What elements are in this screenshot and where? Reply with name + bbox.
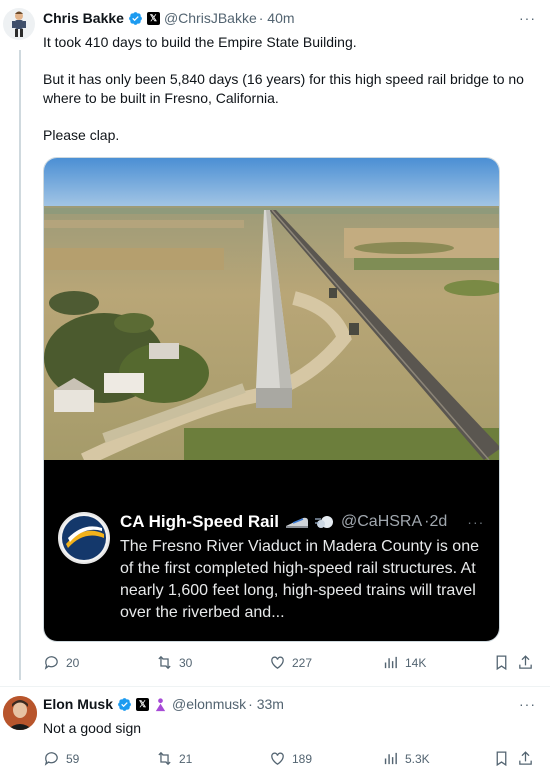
cahsra-avatar[interactable] xyxy=(58,512,110,564)
divider xyxy=(0,686,550,687)
views-button[interactable]: 5.3K xyxy=(382,750,430,767)
repost-icon xyxy=(158,655,171,670)
x-badge-icon: 𝕏 xyxy=(136,697,150,711)
train-emoji-icon xyxy=(286,517,308,528)
avatar-portrait-icon xyxy=(3,696,37,730)
verified-icon xyxy=(118,697,131,711)
repost-count: 21 xyxy=(179,751,193,766)
quoted-more-icon[interactable]: ··· xyxy=(467,514,484,530)
quoted-author-name[interactable]: CA High-Speed Rail xyxy=(120,512,279,532)
tweet-text: It took 410 days to build the Empire Sta… xyxy=(43,33,533,145)
views-button[interactable]: 14K xyxy=(382,654,426,671)
like-count: 189 xyxy=(292,751,313,766)
share-button[interactable] xyxy=(517,750,534,767)
tweet-text-line: It took 410 days to build the Empire Sta… xyxy=(43,34,357,50)
author-handle[interactable]: @elonmusk xyxy=(172,696,246,712)
views-icon xyxy=(384,656,397,669)
repost-icon xyxy=(158,751,171,766)
reply-icon xyxy=(44,752,58,766)
action-bar: 20 30 227 14K xyxy=(43,654,533,674)
repost-button[interactable]: 30 xyxy=(156,654,192,671)
author-handle[interactable]: @ChrisJBakke xyxy=(164,10,257,26)
views-icon xyxy=(384,752,397,765)
like-icon xyxy=(271,656,284,669)
action-bar: 59 21 189 5.3K xyxy=(43,750,533,770)
author-name[interactable]: Elon Musk xyxy=(43,696,113,712)
tweet-text-line: But it has only been 5,840 days (16 year… xyxy=(43,71,524,106)
more-options-icon[interactable]: ··· xyxy=(519,696,536,712)
more-options-icon[interactable]: ··· xyxy=(519,10,536,26)
viaduct-aerial-photo[interactable] xyxy=(44,158,500,460)
tweet-media-card[interactable]: CA High-Speed Rail @CaHSRA ·2d ··· The F… xyxy=(43,157,500,642)
cahsra-logo-icon xyxy=(62,516,106,560)
tweet-elon-musk[interactable]: Elon Musk 𝕏 @elonmusk · 33m ··· Not a go… xyxy=(0,688,550,779)
avatar[interactable] xyxy=(3,696,37,730)
affiliate-icon xyxy=(155,697,166,711)
bookmark-icon xyxy=(496,751,507,767)
like-count: 227 xyxy=(292,655,313,670)
reply-button[interactable]: 20 xyxy=(43,654,79,671)
views-count: 5.3K xyxy=(405,751,430,766)
verified-icon xyxy=(129,11,142,25)
repost-button[interactable]: 21 xyxy=(156,750,192,767)
reply-count: 59 xyxy=(66,751,80,766)
repost-count: 30 xyxy=(179,655,193,670)
reply-icon xyxy=(44,656,58,670)
quoted-timestamp[interactable]: ·2d xyxy=(424,513,447,531)
like-button[interactable]: 189 xyxy=(269,750,312,767)
share-button[interactable] xyxy=(517,654,534,671)
quoted-author-handle[interactable]: @CaHSRA xyxy=(341,513,422,531)
x-badge-icon: 𝕏 xyxy=(146,11,160,25)
author-name[interactable]: Chris Bakke xyxy=(43,10,124,26)
tweet-chris-bakke[interactable]: Chris Bakke 𝕏 @ChrisJBakke · 40m ··· It … xyxy=(0,0,550,690)
bookmark-button[interactable] xyxy=(493,654,510,671)
quoted-tweet-text: The Fresno River Viaduct in Madera Count… xyxy=(120,538,479,621)
share-icon xyxy=(519,655,532,669)
avatar-figure-icon xyxy=(12,11,26,37)
tweet-text: Not a good sign xyxy=(43,720,142,736)
quoted-tweet-header: CA High-Speed Rail @CaHSRA ·2d ··· xyxy=(120,512,484,532)
bookmark-icon xyxy=(496,655,507,671)
like-button[interactable]: 227 xyxy=(269,654,312,671)
bookmark-button[interactable] xyxy=(493,750,510,767)
share-icon xyxy=(519,751,532,765)
timestamp[interactable]: · 40m xyxy=(259,10,295,26)
reply-count: 20 xyxy=(66,655,80,670)
reply-button[interactable]: 59 xyxy=(43,750,79,767)
tweet-text-line: Please clap. xyxy=(43,127,120,143)
dash-emoji-icon xyxy=(315,516,333,528)
avatar[interactable] xyxy=(3,8,35,40)
quoted-tweet[interactable]: CA High-Speed Rail @CaHSRA ·2d ··· The F… xyxy=(44,460,499,641)
timestamp[interactable]: · 33m xyxy=(248,696,284,712)
tweet-header: Elon Musk 𝕏 @elonmusk · 33m xyxy=(43,696,284,712)
tweet-header: Chris Bakke 𝕏 @ChrisJBakke · 40m xyxy=(43,10,295,26)
views-count: 14K xyxy=(405,655,427,670)
like-icon xyxy=(271,752,284,765)
